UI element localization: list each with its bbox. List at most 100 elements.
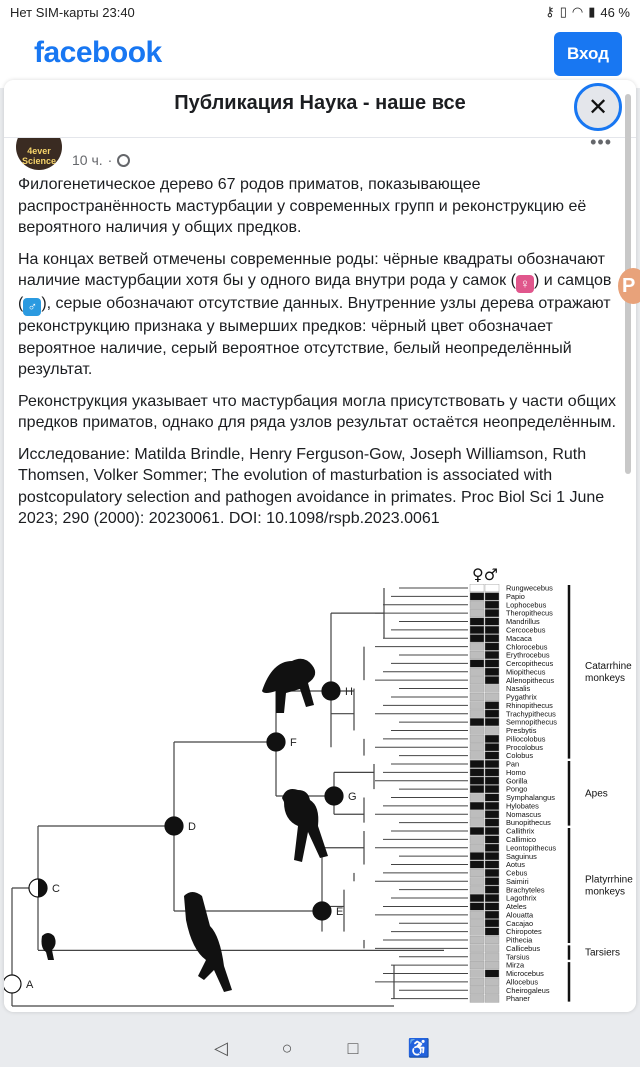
post-paragraph: Реконструкция указывает что мастурбация …	[18, 392, 616, 432]
female-cell	[469, 743, 485, 752]
female-cell	[469, 726, 485, 735]
male-cell	[484, 759, 500, 768]
battery-percent: 46 %	[600, 4, 630, 20]
node-half-fill	[38, 879, 47, 897]
avatar[interactable]: 4ever Science	[16, 138, 62, 170]
node-circle	[312, 901, 332, 921]
male-cell	[484, 910, 500, 919]
more-options-icon[interactable]: •••	[590, 138, 612, 153]
female-cell	[469, 625, 485, 634]
male-cell	[484, 709, 500, 718]
female-cell	[469, 852, 485, 861]
post-time[interactable]: 10 ч.	[72, 152, 103, 168]
female-cell	[469, 961, 485, 970]
node-label: C	[52, 883, 60, 895]
female-cell	[469, 785, 485, 794]
male-cell	[484, 801, 500, 810]
male-cell	[484, 860, 500, 869]
male-cell	[484, 994, 500, 1003]
female-cell	[469, 584, 485, 593]
female-cell	[469, 835, 485, 844]
female-cell	[469, 860, 485, 869]
male-cell	[484, 885, 500, 894]
group-label: monkeys	[585, 886, 625, 897]
male-cell	[484, 852, 500, 861]
group-label: Platyrrhine	[585, 874, 633, 885]
female-cell	[469, 994, 485, 1003]
node-label: E	[336, 906, 343, 918]
female-cell	[469, 600, 485, 609]
male-cell	[484, 894, 500, 903]
male-cell	[484, 868, 500, 877]
sex-symbols-header: ♀♂	[472, 566, 498, 584]
male-cell	[484, 676, 500, 685]
home-icon[interactable]: ○	[254, 1030, 320, 1067]
male-cell	[484, 609, 500, 618]
female-cell	[469, 969, 485, 978]
android-nav-bar: ◁ ○ □ ♿	[0, 1030, 640, 1067]
male-cell	[484, 768, 500, 777]
male-cell	[484, 827, 500, 836]
female-cell	[469, 634, 485, 643]
male-cell	[484, 592, 500, 601]
node-label: H	[345, 686, 353, 698]
close-icon: ✕	[587, 93, 609, 121]
post-scroll-area[interactable]: 4ever Science 10 ч. · ••• Филогенетическ…	[4, 138, 636, 1012]
male-cell	[484, 667, 500, 676]
post-paragraph: На концах ветвей отмечены современные ро…	[18, 250, 612, 379]
node-circle	[4, 974, 22, 994]
male-cell	[484, 785, 500, 794]
male-cell	[484, 751, 500, 760]
ape-silhouette	[282, 789, 328, 862]
login-button[interactable]: Вход	[554, 32, 622, 76]
male-cell	[484, 835, 500, 844]
side-chat-bubble-icon[interactable]: P	[618, 268, 640, 304]
male-cell	[484, 642, 500, 651]
node-label: F	[290, 737, 297, 749]
accessibility-icon[interactable]: ♿	[386, 1030, 452, 1067]
female-cell	[469, 617, 485, 626]
male-cell	[484, 818, 500, 827]
avatar-text: 4ever Science	[21, 146, 57, 166]
female-cell	[469, 718, 485, 727]
female-cell	[469, 667, 485, 676]
node-label: G	[348, 791, 357, 803]
node-label: D	[188, 821, 196, 833]
male-cell	[484, 659, 500, 668]
recents-icon[interactable]: □	[320, 1030, 386, 1067]
female-cell	[469, 927, 485, 936]
female-cell	[469, 692, 485, 701]
female-cell	[469, 818, 485, 827]
male-cell	[484, 634, 500, 643]
female-cell	[469, 843, 485, 852]
post-author: 4ever Science 10 ч. ·	[16, 138, 131, 170]
female-cell	[469, 684, 485, 693]
female-cell	[469, 868, 485, 877]
male-cell	[484, 810, 500, 819]
phylogeny-figure[interactable]: ♀♂ Rungwecebus Papio Lophocebus Theropithecu…	[4, 566, 636, 1012]
back-icon[interactable]: ◁	[188, 1030, 254, 1067]
male-cell	[484, 986, 500, 995]
node-circle	[324, 786, 344, 806]
male-cell	[484, 600, 500, 609]
group-label: monkeys	[585, 673, 625, 684]
close-button[interactable]: ✕	[574, 83, 622, 131]
node-label: A	[26, 979, 34, 991]
facebook-logo[interactable]: facebook	[34, 36, 162, 70]
male-cell	[484, 952, 500, 961]
male-cell	[484, 734, 500, 743]
post-meta: 10 ч. ·	[72, 152, 131, 168]
tarsier-silhouette	[41, 933, 56, 960]
female-cell	[469, 977, 485, 986]
post-text: Филогенетическое дерево 67 родов примато…	[18, 174, 618, 540]
female-cell	[469, 877, 485, 886]
female-cell	[469, 701, 485, 710]
female-cell	[469, 919, 485, 928]
female-cell	[469, 759, 485, 768]
female-cell	[469, 894, 485, 903]
male-cell	[484, 617, 500, 626]
male-cell	[484, 927, 500, 936]
male-cell	[484, 961, 500, 970]
status-left: Нет SIM-карты 23:40	[10, 4, 135, 20]
female-cell	[469, 810, 485, 819]
